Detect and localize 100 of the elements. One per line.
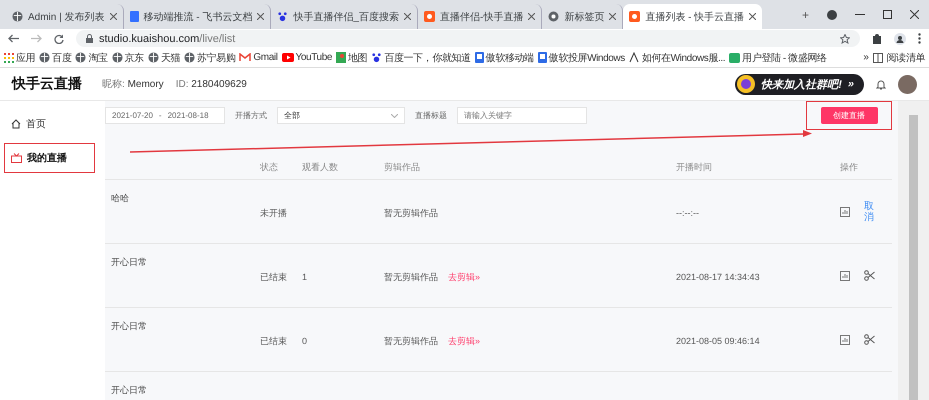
lock-icon [86, 34, 93, 43]
scissors-icon[interactable] [864, 334, 875, 345]
bookmark-link[interactable]: 天猫 [160, 50, 180, 64]
chart-icon[interactable] [840, 206, 850, 216]
start-time-cell: 2021-08-05 09:46:14 [676, 336, 760, 346]
scissors-icon[interactable] [864, 270, 875, 281]
bookmark-link[interactable]: 百度一下，你就知道 [384, 50, 471, 64]
bookmark-link[interactable]: 苏宁易购 [197, 50, 236, 64]
reading-list-icon[interactable] [872, 52, 883, 62]
app-icon [629, 11, 640, 22]
column-header: 开播时间 [676, 161, 713, 174]
minimize-icon[interactable] [855, 14, 865, 16]
paw-icon [371, 52, 382, 63]
document-icon [130, 11, 138, 22]
close-icon[interactable] [749, 13, 756, 20]
menu-icon[interactable] [918, 33, 921, 44]
star-icon[interactable] [840, 34, 850, 44]
globe-icon [12, 11, 23, 22]
cartoon-badge-icon [737, 75, 756, 93]
create-live-button[interactable]: 创建直播 [820, 107, 878, 124]
viewer-count-cell: 0 [302, 336, 308, 346]
bookmark-link[interactable]: 傲软移动端 [486, 50, 534, 64]
chat-icon [729, 52, 740, 62]
new-tab-button[interactable]: + [802, 8, 809, 22]
paw-icon [277, 11, 288, 22]
reading-list-button[interactable]: 阅读清单 [886, 50, 925, 64]
stream-title: 开心日常 [111, 384, 148, 397]
app-icon [424, 11, 435, 22]
bookmark-link[interactable]: 如何在Windows服... [642, 50, 726, 64]
stream-title: 开心日常 [111, 320, 148, 333]
apps-grid-icon [4, 52, 14, 62]
status-cell: 已结束 [260, 272, 287, 282]
bookmark-link[interactable]: 应用 [16, 50, 36, 64]
letter-icon [628, 52, 640, 63]
bookmark-link[interactable]: 淘宝 [88, 50, 108, 64]
chart-icon[interactable] [840, 334, 850, 344]
bookmark-link[interactable]: 地图 [348, 50, 368, 64]
play-icon [282, 53, 294, 62]
stream-title: 开心日常 [111, 256, 148, 269]
globe-icon [75, 52, 86, 63]
close-icon[interactable] [910, 10, 919, 19]
clips-cell: 暂无剪辑作品 [384, 208, 438, 218]
nickname-text: 昵称: Memory [102, 78, 164, 91]
field-label: 开播方式 [235, 110, 267, 121]
start-time-cell: --:--:-- [676, 208, 699, 218]
status-cell: 未开播 [260, 208, 287, 218]
bookmark-link[interactable]: 京东 [124, 50, 144, 64]
reload-icon[interactable] [54, 34, 64, 44]
close-icon[interactable] [609, 13, 616, 20]
sidebar-item[interactable]: 我的直播 [4, 143, 95, 173]
column-header: 操作 [840, 161, 859, 174]
phone-icon [474, 52, 484, 63]
home-icon [11, 119, 21, 129]
start-time-cell: 2021-08-17 14:34:43 [676, 272, 760, 282]
globe-icon [39, 52, 50, 63]
join-community-banner[interactable]: 快来加入社群吧! » [735, 74, 864, 94]
user-id-text: ID: 2180409629 [176, 78, 247, 90]
maximize-icon[interactable] [883, 10, 892, 19]
keyword-input-field[interactable]: 请输入关键字 [457, 107, 587, 124]
globe-icon [184, 52, 196, 63]
map-pin-icon [336, 52, 346, 63]
chart-icon[interactable] [840, 270, 850, 280]
close-icon[interactable] [110, 13, 116, 20]
mail-icon [239, 53, 252, 62]
field-label: 直播标题 [415, 110, 447, 121]
globe-icon [148, 52, 159, 63]
column-header: 剪辑作品 [384, 161, 421, 174]
close-icon[interactable] [404, 13, 411, 20]
sidebar-item[interactable]: 首页 [4, 109, 95, 139]
viewer-count-cell: 1 [302, 272, 308, 282]
mode-dropdown[interactable]: 全部 [277, 107, 405, 124]
profile-dot-icon[interactable] [827, 10, 837, 20]
browser-logo-icon [548, 11, 560, 22]
status-cell: 已结束 [260, 336, 287, 346]
bookmark-link[interactable]: 傲软投屏Windows [548, 50, 625, 64]
back-arrow-icon[interactable] [8, 34, 19, 43]
clips-cell: 暂无剪辑作品 [384, 336, 438, 346]
clips-cell: 暂无剪辑作品 [384, 272, 438, 282]
caret-icon [391, 114, 398, 118]
bookmark-link[interactable]: 用户登陆 - 微盛网络 [742, 50, 827, 64]
bookmark-link[interactable]: Gmail [253, 52, 278, 63]
more-bookmarks-button[interactable]: » [863, 52, 869, 63]
column-header: 状态 [260, 161, 279, 174]
tv-icon [11, 153, 22, 163]
scrollbar[interactable] [898, 101, 929, 400]
bookmark-link[interactable]: YouTube [296, 52, 332, 63]
user-icon[interactable] [894, 32, 906, 44]
close-icon[interactable] [257, 13, 264, 20]
close-icon[interactable] [528, 13, 536, 20]
date-range-field[interactable]: 2021-07-20 - 2021-08-18 [105, 107, 225, 124]
stream-title: 哈哈 [111, 192, 130, 205]
site-logo: 快手云直播 [12, 75, 82, 93]
globe-icon [112, 52, 123, 63]
address-bar[interactable]: studio.kuaishou.com/live/list [76, 30, 860, 47]
phone-icon [538, 52, 547, 63]
browser-tab[interactable]: 直播列表 - 快手云直播 [623, 4, 762, 29]
bookmark-link[interactable]: 百度 [52, 50, 72, 64]
column-header: 观看人数 [302, 161, 339, 174]
bell-icon[interactable] [876, 78, 886, 90]
avatar[interactable] [898, 74, 917, 94]
